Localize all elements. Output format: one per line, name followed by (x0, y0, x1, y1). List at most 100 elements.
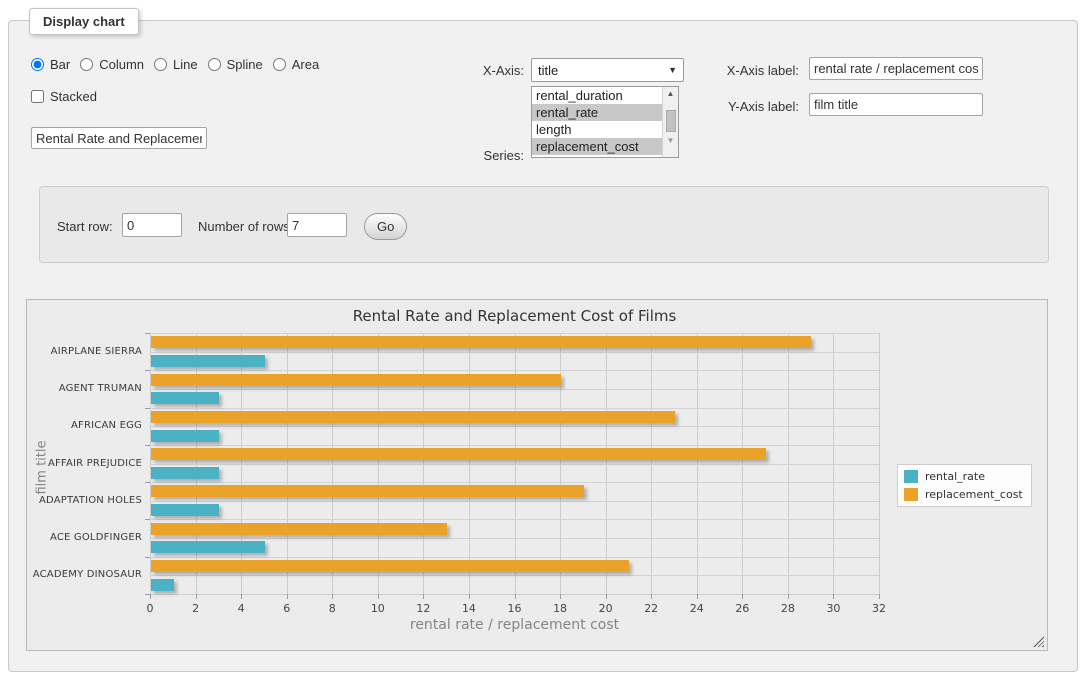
bar-rental_rate (151, 430, 219, 442)
x-tick-label: 32 (872, 602, 886, 615)
chart-x-axis-label: rental rate / replacement cost (150, 617, 879, 633)
x-tick-label: 10 (371, 602, 385, 615)
chart-type-option-line: Line (154, 57, 198, 72)
series-option-rental_rate[interactable]: rental_rate (532, 104, 662, 121)
x-tick-label: 12 (416, 602, 430, 615)
series-option-rental_duration[interactable]: rental_duration (532, 87, 662, 104)
chart-type-radio-area[interactable] (273, 58, 286, 71)
x-axis-select-label: X-Axis: (464, 63, 524, 78)
gridline (150, 445, 879, 446)
x-tick-mark (560, 594, 561, 599)
start-row-label: Start row: (57, 219, 113, 234)
chart-type-option-spline: Spline (208, 57, 263, 72)
number-of-rows-input[interactable] (287, 213, 347, 237)
legend-swatch (904, 470, 918, 483)
x-tick-label: 28 (781, 602, 795, 615)
series-option-length[interactable]: length (532, 121, 662, 138)
y-tick-mark (145, 370, 150, 371)
x-tick-mark (241, 594, 242, 599)
category-label: AFFAIR PREJUDICE (27, 458, 142, 469)
x-axis-label-input[interactable] (809, 57, 983, 80)
x-tick-label: 20 (599, 602, 613, 615)
category-label: ACADEMY DINOSAUR (27, 569, 142, 580)
stacked-label: Stacked (31, 89, 97, 104)
stacked-checkbox[interactable] (31, 90, 44, 103)
chart-type-radio-label: Spline (227, 57, 263, 72)
x-tick-mark (742, 594, 743, 599)
row-range-panel: Start row: Number of rows: Go (39, 186, 1049, 263)
x-tick-mark (515, 594, 516, 599)
chart-plot-area (150, 333, 879, 594)
chart-type-radio-group: Bar Column Line Spline Area (31, 57, 329, 74)
x-tick-label: 14 (462, 602, 476, 615)
x-tick-label: 4 (238, 602, 245, 615)
y-tick-mark (145, 482, 150, 483)
chart-type-radio-bar[interactable] (31, 58, 44, 71)
series-select-label: Series: (464, 148, 524, 163)
legend-label: replacement_cost (925, 488, 1023, 501)
chart-type-radio-line[interactable] (154, 58, 167, 71)
chart-title-input[interactable] (31, 127, 207, 149)
chart-type-radio-label: Column (99, 57, 144, 72)
bar-rental_rate (151, 504, 219, 516)
x-tick-mark (287, 594, 288, 599)
start-row-input[interactable] (122, 213, 182, 237)
go-button[interactable]: Go (364, 213, 407, 240)
x-axis-select[interactable]: title ▼ (531, 58, 684, 82)
gridline (150, 408, 879, 409)
bar-rental_rate (151, 392, 219, 404)
chart-legend: rental_rate replacement_cost (897, 464, 1032, 507)
x-tick-label: 2 (192, 602, 199, 615)
gridline (150, 519, 879, 520)
bar-replacement_cost (151, 374, 561, 386)
y-tick-mark (145, 519, 150, 520)
scroll-up-icon[interactable]: ▲ (663, 87, 678, 101)
series-scrollbar[interactable]: ▲ ▼ (662, 87, 678, 157)
gridline (150, 389, 879, 390)
tab-display-chart[interactable]: Display chart (29, 8, 139, 35)
chevron-down-icon: ▼ (668, 65, 677, 75)
gridline (150, 333, 879, 334)
chart-type-radio-column[interactable] (80, 58, 93, 71)
y-tick-mark (145, 333, 150, 334)
x-tick-label: 6 (283, 602, 290, 615)
x-tick-mark (697, 594, 698, 599)
bar-rental_rate (151, 541, 265, 553)
y-tick-mark (145, 408, 150, 409)
y-tick-mark (145, 557, 150, 558)
x-tick-mark (469, 594, 470, 599)
category-label: ADAPTATION HOLES (27, 495, 142, 506)
chart-type-option-area: Area (273, 57, 319, 72)
gridline (150, 464, 879, 465)
x-tick-mark (196, 594, 197, 599)
legend-label: rental_rate (925, 470, 985, 483)
resize-handle-icon[interactable] (1033, 636, 1044, 647)
bar-replacement_cost (151, 336, 811, 348)
gridline (150, 352, 879, 353)
bar-replacement_cost (151, 448, 766, 460)
category-label: AIRPLANE SIERRA (27, 346, 142, 357)
chart-type-option-bar: Bar (31, 57, 70, 72)
gridline (150, 538, 879, 539)
scroll-down-icon[interactable]: ▼ (663, 134, 678, 148)
gridline (150, 501, 879, 502)
legend-swatch (904, 488, 918, 501)
series-listbox[interactable]: rental_durationrental_ratelengthreplacem… (531, 86, 679, 158)
chart-type-radio-spline[interactable] (208, 58, 221, 71)
x-tick-label: 0 (147, 602, 154, 615)
gridline (150, 557, 879, 558)
x-tick-label: 24 (690, 602, 704, 615)
chart-container: Rental Rate and Replacement Cost of Film… (26, 299, 1048, 651)
scrollbar-thumb[interactable] (666, 110, 676, 132)
x-tick-label: 26 (735, 602, 749, 615)
bar-replacement_cost (151, 485, 584, 497)
x-tick-label: 22 (644, 602, 658, 615)
series-option-replacement_cost[interactable]: replacement_cost (532, 138, 662, 155)
y-tick-mark (145, 445, 150, 446)
chart-type-radio-label: Area (292, 57, 319, 72)
category-label: ACE GOLDFINGER (27, 532, 142, 543)
x-tick-mark (879, 594, 880, 599)
y-axis-label-input[interactable] (809, 93, 983, 116)
x-axis-label-field-label: X-Axis label: (719, 63, 799, 78)
x-tick-mark (606, 594, 607, 599)
